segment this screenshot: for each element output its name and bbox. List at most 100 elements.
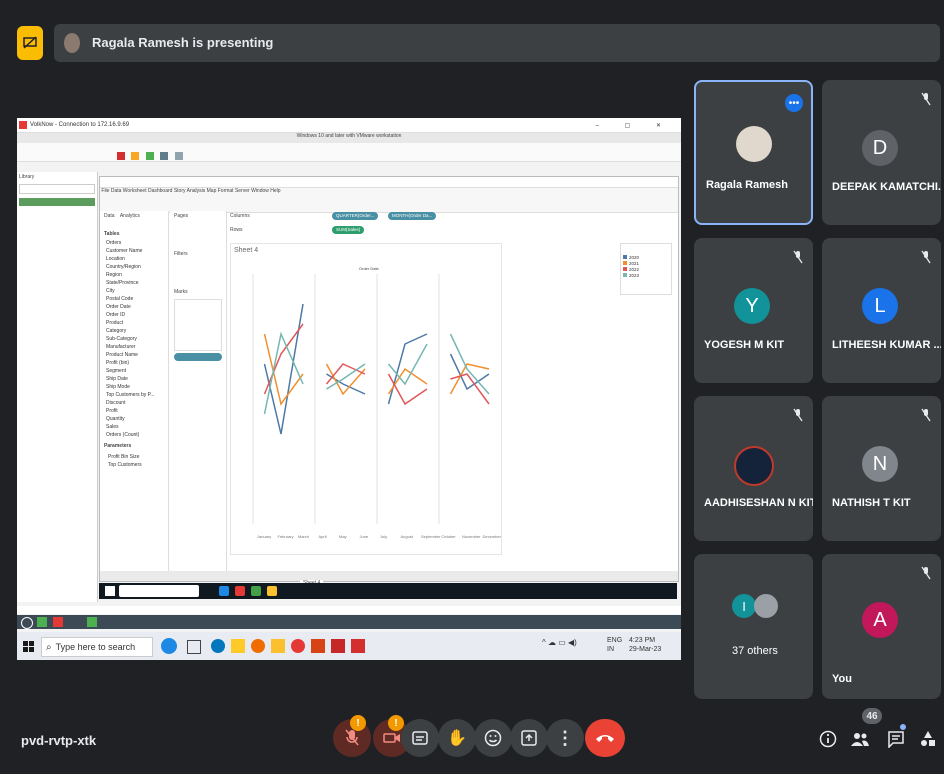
task-view-icon[interactable]	[187, 640, 201, 654]
analytics-tab[interactable]: Analytics	[120, 213, 140, 219]
edge-icon[interactable]	[211, 639, 225, 653]
camera-off-icon	[383, 733, 400, 743]
captions-button[interactable]	[401, 719, 439, 757]
present-now-button[interactable]	[510, 719, 548, 757]
field-item[interactable]: Location	[106, 255, 168, 263]
field-item[interactable]: Quantity	[106, 415, 168, 423]
shelves-pane: Pages Filters Marks	[170, 211, 227, 571]
field-item[interactable]: Product	[106, 319, 168, 327]
columns-pill[interactable]: MONTH(Order Da...	[388, 212, 437, 220]
host-taskbar: ⌕ Type here to search ^ ☁ ▭ ◀) ENG IN 4:2…	[17, 632, 681, 660]
participant-tile[interactable]: Ragala Ramesh •••	[694, 80, 813, 225]
tableau-menubar: File Data Worksheet Dashboard Story Anal…	[100, 188, 678, 198]
field-item[interactable]: Orders	[106, 239, 168, 247]
parameter-item[interactable]: Profit Bin Size	[108, 453, 168, 461]
field-item[interactable]: Profit (bin)	[106, 359, 168, 367]
month-label: June	[360, 534, 369, 539]
columns-pill[interactable]: QUARTER(Order...	[332, 212, 379, 220]
participant-tile[interactable]: N NATHISH T KIT	[822, 396, 941, 541]
field-item[interactable]: Sub-Category	[106, 335, 168, 343]
rows-pill[interactable]: SUM(Sales)	[332, 226, 365, 234]
presenter-avatar	[64, 33, 80, 53]
field-item[interactable]: Discount	[106, 399, 168, 407]
participant-name: DEEPAK KAMATCHI...	[832, 181, 941, 193]
participant-tile[interactable]: D DEEPAK KAMATCHI...	[822, 80, 941, 225]
leave-call-button[interactable]	[585, 719, 625, 757]
tray-icons[interactable]: ^ ☁ ▭ ◀)	[542, 638, 577, 647]
explorer-icon[interactable]	[231, 639, 245, 653]
chat-button[interactable]	[886, 728, 906, 750]
participant-avatar: A	[862, 602, 898, 638]
language-indicator[interactable]: ENG IN	[607, 636, 622, 654]
field-item[interactable]: Region	[106, 271, 168, 279]
marks-card: Marks	[174, 289, 188, 295]
field-item[interactable]: Manufacturer	[106, 343, 168, 351]
clock[interactable]: 4:23 PM 29-Mar-23	[629, 636, 661, 654]
series-line	[263, 331, 304, 415]
participant-tile[interactable]: Y YOGESH M KIT	[694, 238, 813, 383]
field-item[interactable]: Orders (Count)	[106, 431, 168, 439]
participant-name: NATHISH T KIT	[832, 497, 911, 509]
raise-hand-button[interactable]: ✋	[438, 719, 476, 757]
field-item[interactable]: Product Name	[106, 351, 168, 359]
participant-tile[interactable]: I 37 others	[694, 554, 813, 699]
inner-title: Windows 10 and later with VMware worksta…	[17, 133, 681, 143]
sheet-title: Sheet 4	[234, 247, 259, 254]
taskbar-search[interactable]: ⌕ Type here to search	[41, 637, 153, 657]
folder-icon[interactable]	[271, 639, 285, 653]
field-item[interactable]: Ship Date	[106, 375, 168, 383]
window-controls[interactable]: – ▢ ✕	[596, 122, 673, 129]
field-item[interactable]: Postal Code	[106, 295, 168, 303]
opera-icon[interactable]	[291, 639, 305, 653]
participant-tile[interactable]: A You	[822, 554, 941, 699]
field-item[interactable]: Order Date	[106, 303, 168, 311]
cortana-icon[interactable]	[161, 638, 177, 654]
field-item[interactable]: Customer Name	[106, 247, 168, 255]
vm-toolbar	[17, 143, 681, 162]
field-item[interactable]: Segment	[106, 367, 168, 375]
field-item[interactable]: Profit	[106, 407, 168, 415]
field-item[interactable]: Category	[106, 327, 168, 335]
app-logo-icon	[19, 121, 27, 129]
field-item[interactable]: Country/Region	[106, 263, 168, 271]
taskbar-search-placeholder: Type here to search	[55, 642, 136, 652]
activities-button[interactable]	[918, 728, 938, 750]
app-icon[interactable]	[351, 639, 365, 653]
field-item[interactable]: State/Province	[106, 279, 168, 287]
pdf-icon[interactable]	[331, 639, 345, 653]
powerpoint-icon[interactable]	[311, 639, 325, 653]
field-item[interactable]: City	[106, 287, 168, 295]
field-item[interactable]: Top Customers by P...	[106, 391, 168, 399]
sheet-area: Sheet 4 Order Date January February March A…	[230, 243, 502, 555]
participant-tile[interactable]: L LITHEESH KUMAR ...	[822, 238, 941, 383]
legend-item: 2023	[623, 272, 669, 278]
parameters-list: Profit Bin Size Top Customers	[100, 453, 168, 469]
windows-start-icon[interactable]	[23, 640, 35, 652]
reactions-button[interactable]	[474, 719, 512, 757]
field-item[interactable]: Sales	[106, 423, 168, 431]
mic-off-icon	[793, 408, 803, 422]
participant-avatar	[736, 126, 772, 162]
parameter-item[interactable]: Top Customers	[108, 461, 168, 469]
presenting-banner: Ragala Ramesh is presenting	[54, 24, 940, 62]
search-icon: ⌕	[46, 641, 52, 653]
data-tab[interactable]: Data	[104, 213, 115, 219]
more-options-button[interactable]: ⋮	[546, 719, 584, 757]
line-chart: January February March April May June July Augu…	[252, 274, 501, 539]
color-legend: 2020 2021 2022 2023	[620, 243, 672, 295]
mic-off-icon	[793, 250, 803, 264]
more-options-icon[interactable]: •••	[785, 94, 803, 112]
field-item[interactable]: Order ID	[106, 311, 168, 319]
field-item[interactable]: Ship Mode	[106, 383, 168, 391]
participant-tile[interactable]: AADHISESHAN N KIT	[694, 396, 813, 541]
month-label: September	[421, 534, 441, 539]
meeting-details-button[interactable]	[818, 728, 838, 750]
presentation-icon[interactable]	[17, 26, 43, 60]
mic-warning-badge: !	[350, 715, 366, 731]
month-label: November	[462, 534, 481, 539]
firefox-icon[interactable]	[251, 639, 265, 653]
remote-window-titlebar: VolkNow - Connection to 172.16.9.69 – ▢ …	[17, 118, 681, 133]
people-button[interactable]	[850, 728, 870, 750]
mic-off-icon	[921, 566, 931, 580]
end-call-icon	[596, 735, 614, 742]
